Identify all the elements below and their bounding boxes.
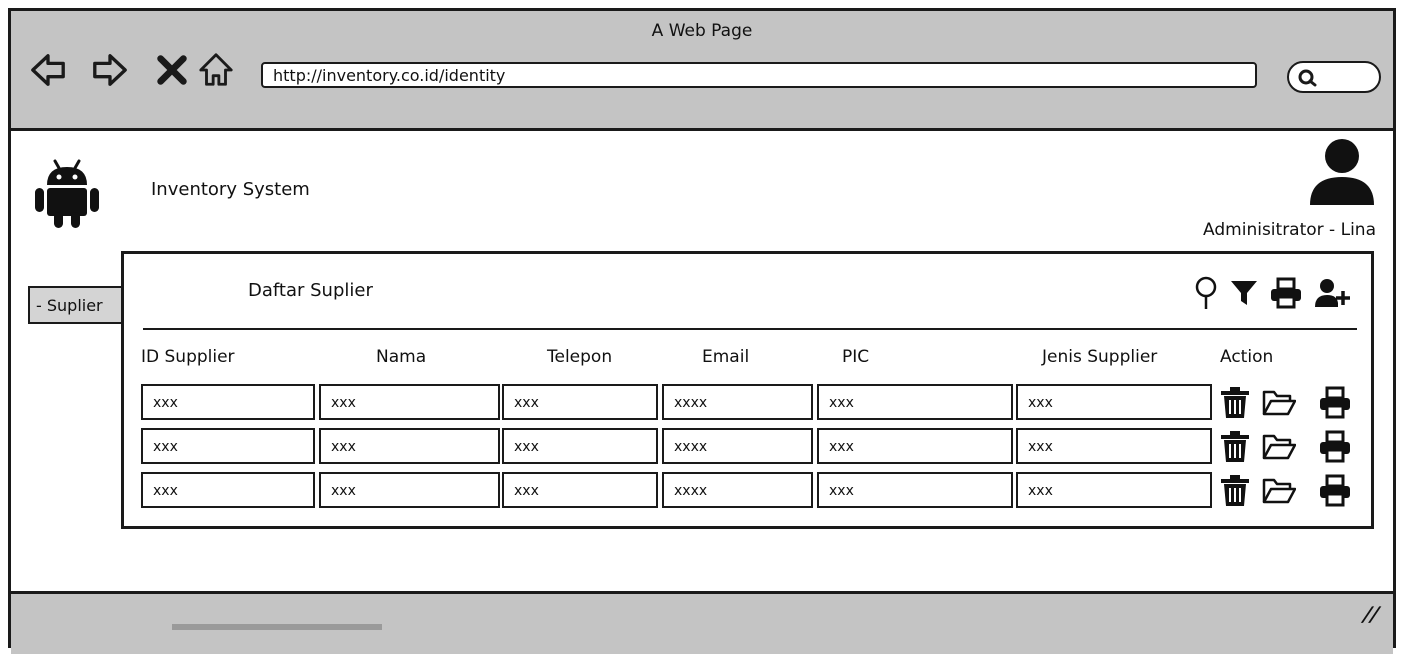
column-header-jenis-supplier: Jenis Supplier bbox=[1042, 347, 1158, 367]
table-cell-jenis-supplier[interactable]: xxx bbox=[1016, 428, 1212, 464]
printer-icon[interactable] bbox=[1269, 277, 1303, 309]
trash-icon[interactable] bbox=[1218, 386, 1252, 420]
table-cell-nama[interactable]: xxx bbox=[319, 428, 500, 464]
table-cell-id-supplier[interactable]: xxx bbox=[141, 384, 315, 420]
search-icon bbox=[1298, 69, 1317, 87]
scrollbar-handle[interactable] bbox=[172, 624, 382, 630]
table-cell-pic[interactable]: xxx bbox=[817, 428, 1013, 464]
column-header-action: Action bbox=[1220, 347, 1274, 367]
printer-icon[interactable] bbox=[1318, 474, 1352, 508]
app-title: Inventory System bbox=[151, 179, 310, 200]
table-cell-id-supplier[interactable]: xxx bbox=[141, 472, 315, 508]
printer-icon[interactable] bbox=[1318, 386, 1352, 420]
open-folder-icon[interactable] bbox=[1262, 430, 1296, 464]
table-cell-telepon[interactable]: xxx bbox=[502, 428, 658, 464]
open-folder-icon[interactable] bbox=[1262, 386, 1296, 420]
printer-icon[interactable] bbox=[1318, 430, 1352, 464]
table-cell-telepon[interactable]: xxx bbox=[502, 384, 658, 420]
table-cell-jenis-supplier[interactable]: xxx bbox=[1016, 384, 1212, 420]
sidebar-item-suplier[interactable]: - Suplier bbox=[28, 286, 123, 324]
column-header-telepon: Telepon bbox=[547, 347, 613, 367]
table-cell-email[interactable]: xxxx bbox=[662, 472, 813, 508]
forward-arrow-icon[interactable] bbox=[91, 51, 129, 89]
table-cell-telepon[interactable]: xxx bbox=[502, 472, 658, 508]
table-cell-nama[interactable]: xxx bbox=[319, 472, 500, 508]
url-input[interactable]: http://inventory.co.id/identity bbox=[261, 62, 1257, 88]
browser-window: A Web Page http://inventory.co.id/identi… bbox=[8, 8, 1396, 654]
column-header-nama: Nama bbox=[376, 347, 427, 367]
android-icon bbox=[35, 159, 99, 228]
location-pin-icon[interactable] bbox=[1193, 276, 1219, 310]
filter-icon[interactable] bbox=[1229, 278, 1259, 308]
trash-icon[interactable] bbox=[1218, 474, 1252, 508]
search-field[interactable] bbox=[1287, 61, 1381, 93]
table-cell-jenis-supplier[interactable]: xxx bbox=[1016, 472, 1212, 508]
trash-icon[interactable] bbox=[1218, 430, 1252, 464]
panel-divider bbox=[143, 328, 1357, 330]
column-header-id-supplier: ID Supplier bbox=[141, 347, 235, 367]
window-title: A Web Page bbox=[651, 21, 753, 41]
column-header-pic: PIC bbox=[842, 347, 870, 367]
table-cell-pic[interactable]: xxx bbox=[817, 472, 1013, 508]
add-user-icon[interactable] bbox=[1313, 277, 1351, 309]
resize-grip-icon[interactable]: // bbox=[1360, 602, 1383, 626]
table-cell-email[interactable]: xxxx bbox=[662, 384, 813, 420]
user-avatar-icon[interactable] bbox=[1307, 137, 1377, 207]
table-cell-id-supplier[interactable]: xxx bbox=[141, 428, 315, 464]
home-icon[interactable] bbox=[197, 51, 235, 89]
table-cell-email[interactable]: xxxx bbox=[662, 428, 813, 464]
supplier-panel: Daftar Suplier ID Supplier Nama Telepon … bbox=[121, 251, 1374, 529]
user-name-label: Adminisitrator - Lina bbox=[1203, 220, 1376, 240]
table-cell-nama[interactable]: xxx bbox=[319, 384, 500, 420]
browser-toolbar: A Web Page http://inventory.co.id/identi… bbox=[11, 11, 1393, 131]
back-arrow-icon[interactable] bbox=[29, 51, 67, 89]
table-cell-pic[interactable]: xxx bbox=[817, 384, 1013, 420]
panel-toolbar bbox=[1193, 276, 1351, 310]
column-header-email: Email bbox=[702, 347, 750, 367]
status-bar: // bbox=[11, 591, 1393, 654]
stop-x-icon[interactable] bbox=[153, 51, 191, 89]
open-folder-icon[interactable] bbox=[1262, 474, 1296, 508]
panel-title: Daftar Suplier bbox=[248, 280, 373, 301]
